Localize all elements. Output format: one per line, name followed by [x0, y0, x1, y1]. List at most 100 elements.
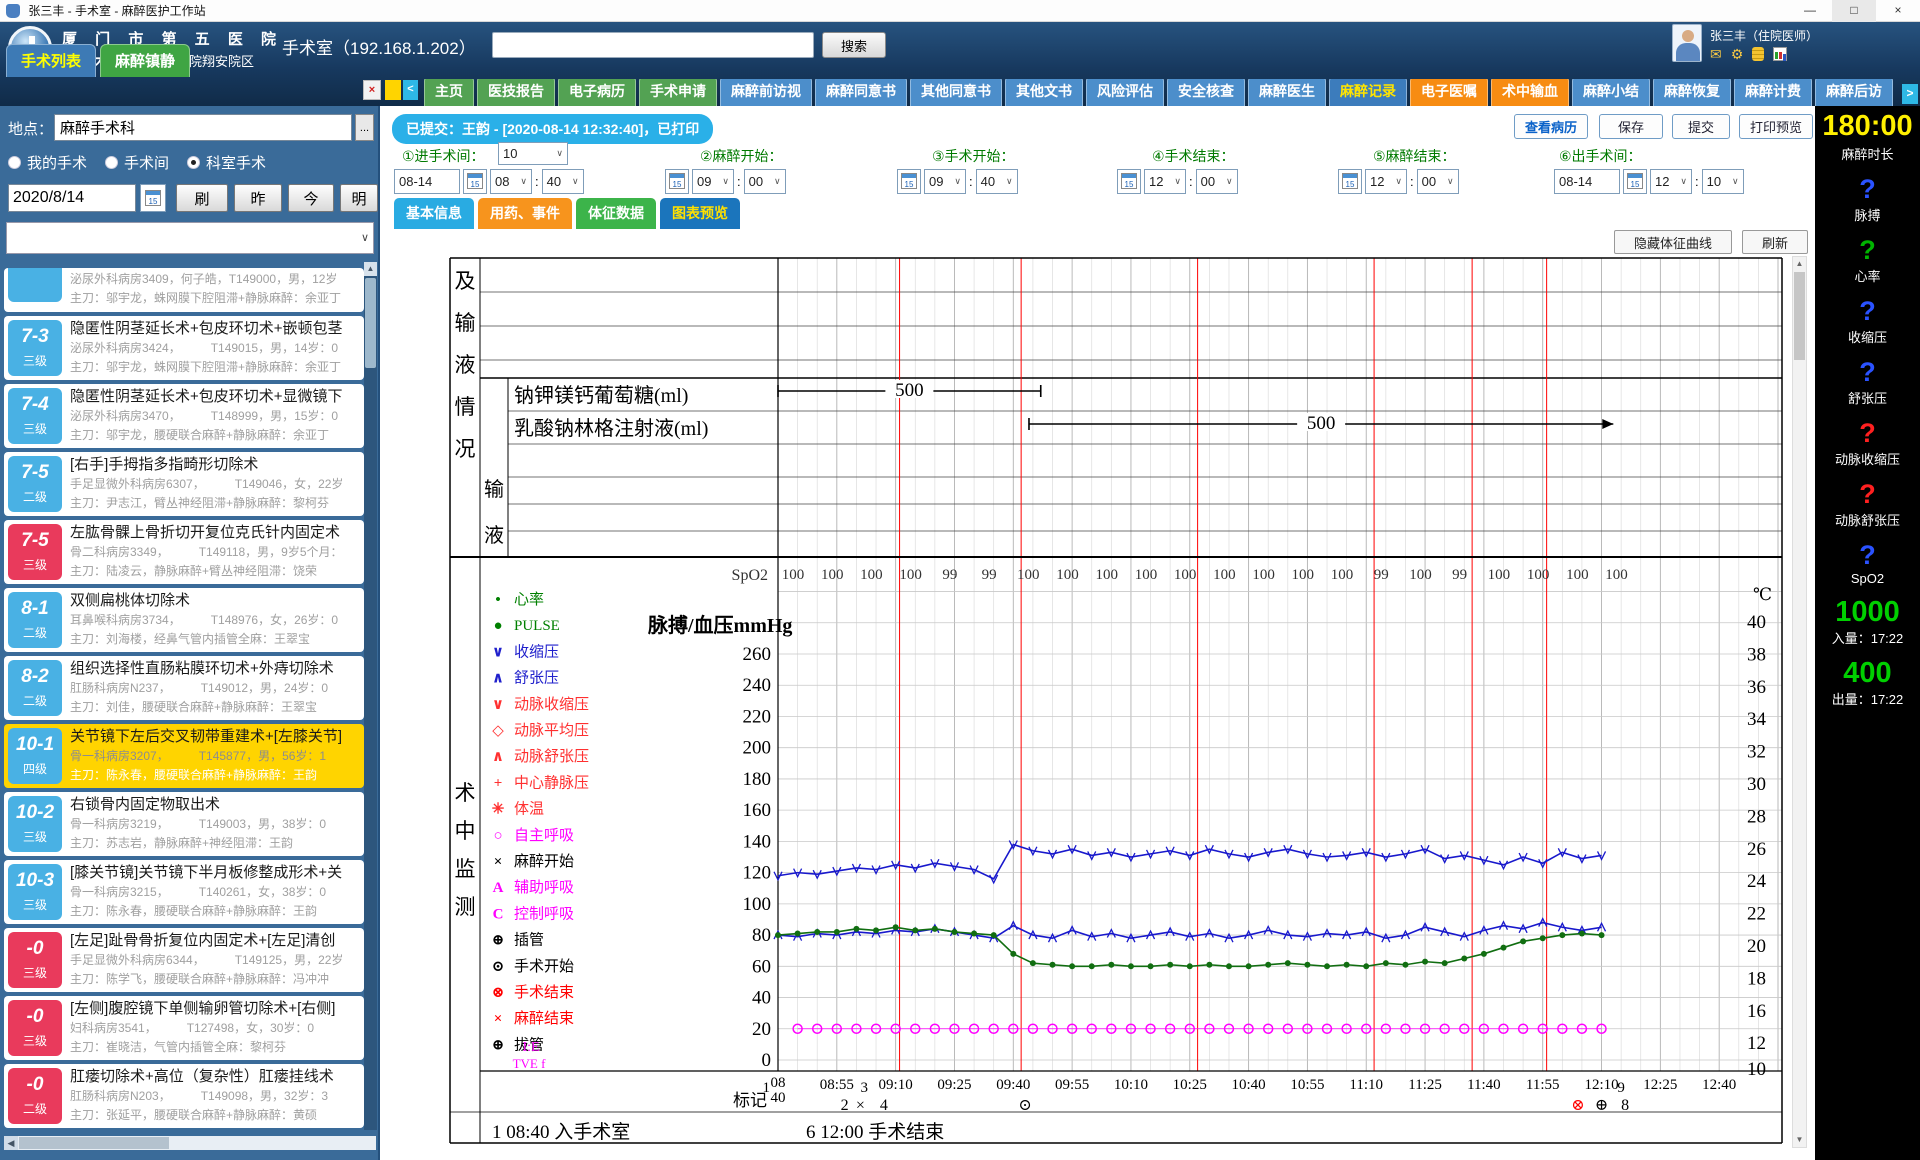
refresh-button[interactable]: 刷新 [1742, 230, 1808, 254]
surgery-list-item[interactable]: 7-4三级隐匿性阴茎延长术+包皮环切术+显微镜下泌尿外科病房3470， T148… [4, 384, 364, 448]
location-input[interactable] [54, 114, 352, 141]
tab-其他文书[interactable]: 其他文书 [1005, 79, 1083, 106]
tab-麻醉记录[interactable]: 麻醉记录 [1329, 79, 1407, 106]
tab-电子医嘱[interactable]: 电子医嘱 [1410, 79, 1488, 106]
date-value-input[interactable]: 08-14 [1554, 169, 1620, 194]
calendar-button[interactable]: 15 [1117, 169, 1141, 194]
search-input[interactable] [492, 32, 814, 58]
tab-其他同意书[interactable]: 其他同意书 [910, 79, 1002, 106]
tab-术中输血[interactable]: 术中输血 [1491, 79, 1569, 106]
scroll-right-button[interactable]: > [1902, 84, 1918, 104]
list-vertical-scrollbar[interactable]: ▲ [364, 262, 377, 1130]
surgery-list-item[interactable]: 7-3三级隐匿性阴茎延长术+包皮环切术+嵌顿包茎泌尿外科病房3424， T149… [4, 316, 364, 380]
filter-dropdown[interactable]: ∨ [6, 222, 374, 254]
minimize-button[interactable]: — [1788, 0, 1832, 22]
surgery-list-item[interactable]: -0二级肛瘘切除术+高位（复杂性）肛瘘挂线术肛肠科病房N203， T149098… [4, 1064, 364, 1128]
submit-button[interactable]: 提交 [1672, 114, 1730, 139]
calendar-button[interactable]: 15 [1623, 169, 1647, 194]
close-button[interactable]: × [1876, 0, 1920, 22]
date-value-input[interactable]: 08-14 [394, 169, 460, 194]
date-yesterday-button[interactable]: 昨 [234, 184, 282, 212]
hour-select[interactable]: 09∨ [924, 169, 966, 194]
hour-select[interactable]: 12∨ [1365, 169, 1407, 194]
calendar-button[interactable]: 15 [140, 184, 166, 212]
scrollbar-thumb[interactable] [365, 278, 376, 368]
tab-麻醉医生[interactable]: 麻醉医生 [1248, 79, 1326, 106]
scroll-up-icon[interactable]: ▲ [364, 262, 377, 276]
surgery-list-item[interactable]: 10-1四级关节镜下左后交叉韧带重建术+[左膝关节]骨一科病房3207， T14… [4, 724, 364, 788]
svg-text:100: 100 [821, 567, 844, 583]
subtab-体征数据[interactable]: 体征数据 [576, 198, 656, 229]
surgery-list-item[interactable]: -0三级[左侧]腹腔镜下单侧输卵管切除术+[右侧]妇科病房3541， T1274… [4, 996, 364, 1060]
radio-科室手术[interactable]: 科室手术 [187, 152, 266, 173]
radio-我的手术[interactable]: 我的手术 [8, 152, 87, 173]
date-refresh-button[interactable]: 刷 [176, 184, 228, 212]
tab-主页[interactable]: 主页 [424, 79, 474, 106]
hour-select[interactable]: 08∨ [490, 169, 532, 194]
subtab-图表预览[interactable]: 图表预览 [660, 198, 740, 229]
minute-select[interactable]: 00∨ [1417, 169, 1459, 194]
subtab-用药、事件[interactable]: 用药、事件 [478, 198, 572, 229]
minute-select[interactable]: 40∨ [976, 169, 1018, 194]
scroll-up-icon[interactable]: ▲ [1793, 257, 1806, 271]
chart-vertical-scrollbar[interactable]: ▲ ▼ [1792, 256, 1807, 1148]
list-horizontal-scrollbar[interactable]: ◀ [4, 1136, 376, 1150]
mail-icon[interactable]: ✉ [1710, 46, 1722, 62]
minute-select[interactable]: 00∨ [1196, 169, 1238, 194]
tab-麻醉小结[interactable]: 麻醉小结 [1572, 79, 1650, 106]
calendar-button[interactable]: 15 [665, 169, 689, 194]
close-panel-button[interactable]: × [363, 80, 381, 100]
tab-手术申请[interactable]: 手术申请 [639, 79, 717, 106]
minute-select[interactable]: 10∨ [1702, 169, 1744, 194]
search-button[interactable]: 搜索 [822, 32, 886, 58]
surgery-list-item[interactable]: 7-5三级左肱骨髁上骨折切开复位克氏针内固定术骨二科病房3349， T14911… [4, 520, 364, 584]
tab-麻醉计费[interactable]: 麻醉计费 [1734, 79, 1812, 106]
room-select[interactable]: 10∨ [498, 142, 568, 165]
print-preview-button[interactable]: 打印预览 [1739, 114, 1813, 139]
hour-select[interactable]: 09∨ [692, 169, 734, 194]
radio-手术间[interactable]: 手术间 [105, 152, 169, 173]
surgery-list-item[interactable]: 10-3三级[膝关节镜]关节镜下半月板修整成形术+关骨一科病房3215， T14… [4, 860, 364, 924]
tab-安全核查[interactable]: 安全核查 [1167, 79, 1245, 106]
maximize-button[interactable]: □ [1832, 0, 1876, 22]
surgery-list-item[interactable]: 8-1二级双侧扁桃体切除术耳鼻喉科病房3734， T148976，女，26岁：0… [4, 588, 364, 652]
tab-麻醉恢复[interactable]: 麻醉恢复 [1653, 79, 1731, 106]
view-record-button[interactable]: 查看病历 [1514, 114, 1588, 139]
minute-select[interactable]: 00∨ [744, 169, 786, 194]
tab-风险评估[interactable]: 风险评估 [1086, 79, 1164, 106]
date-input[interactable] [8, 184, 136, 212]
coins-icon[interactable] [1752, 47, 1764, 61]
surgery-list-item[interactable]: 7-5二级[右手]手拇指多指畸形切除术手足显微外科病房6307， T149046… [4, 452, 364, 516]
tab-麻醉前访视[interactable]: 麻醉前访视 [720, 79, 812, 106]
gear-icon[interactable]: ⚙ [1731, 46, 1744, 62]
tab-麻醉后访[interactable]: 麻醉后访 [1815, 79, 1893, 106]
scroll-left-button[interactable]: < [403, 80, 418, 100]
scrollbar-thumb[interactable] [1794, 272, 1805, 360]
chart-icon[interactable] [1773, 47, 1787, 61]
hide-curve-button[interactable]: 隐藏体征曲线 [1614, 230, 1732, 254]
surgery-list-item[interactable]: 三级泌尿外科病房3409，何子皓，T149000，男，12岁主刀：邬宇龙，蛛网膜… [4, 268, 364, 312]
sidebar-tab-手术列表[interactable]: 手术列表 [6, 44, 96, 77]
hour-select[interactable]: 12∨ [1650, 169, 1692, 194]
tab-医技报告[interactable]: 医技报告 [477, 79, 555, 106]
calendar-button[interactable]: 15 [463, 169, 487, 194]
surgery-list-item[interactable]: 8-2二级组织选择性直肠粘膜环切术+外痔切除术肛肠科病房N237， T14901… [4, 656, 364, 720]
surgery-list-item[interactable]: 10-2三级右锁骨内固定物取出术骨一科病房3219， T149003，男，38岁… [4, 792, 364, 856]
tab-麻醉同意书[interactable]: 麻醉同意书 [815, 79, 907, 106]
date-today-button[interactable]: 今 [288, 184, 334, 212]
tab-电子病历[interactable]: 电子病历 [558, 79, 636, 106]
location-more-button[interactable]: ... [355, 114, 374, 141]
minute-select[interactable]: 40∨ [542, 169, 584, 194]
calendar-button[interactable]: 15 [1338, 169, 1362, 194]
save-button[interactable]: 保存 [1599, 114, 1663, 139]
sidebar-tab-麻醉镇静[interactable]: 麻醉镇静 [100, 44, 190, 77]
time-field-label: ④手术结束： [1152, 146, 1235, 166]
scroll-down-icon[interactable]: ▼ [1793, 1133, 1806, 1147]
surgery-list-item[interactable]: -0三级[左足]趾骨骨折复位内固定术+[左足]清创手足显微外科病房6344， T… [4, 928, 364, 992]
scrollbar-thumb[interactable] [19, 1137, 169, 1149]
date-tomorrow-button[interactable]: 明 [340, 184, 378, 212]
hour-select[interactable]: 12∨ [1144, 169, 1186, 194]
subtab-基本信息[interactable]: 基本信息 [394, 198, 474, 229]
scroll-left-icon[interactable]: ◀ [4, 1136, 18, 1150]
calendar-button[interactable]: 15 [897, 169, 921, 194]
